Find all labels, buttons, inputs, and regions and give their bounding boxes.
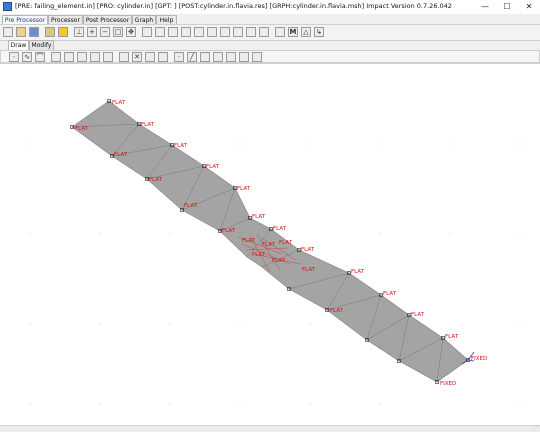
- bc-label: FLAT: [351, 269, 365, 275]
- polygon-icon[interactable]: [90, 52, 100, 62]
- axes-icon[interactable]: ↳: [314, 27, 324, 37]
- window-title: [PRE: failing_element.in] [PRO: cylinder…: [15, 2, 452, 10]
- bc-label: FLAT: [262, 242, 276, 248]
- tab-help[interactable]: Help: [156, 15, 177, 24]
- main-toolbar: ⊥ + − □ ✥ M △ ↳: [0, 24, 540, 41]
- polyline-icon[interactable]: ∿: [22, 52, 32, 62]
- bc-label: FLAT: [174, 143, 188, 149]
- bc-label: FLAT: [242, 238, 256, 244]
- bc-label: FLAT: [330, 308, 344, 314]
- minimize-button[interactable]: —: [476, 0, 494, 13]
- tab-draw[interactable]: Draw: [8, 40, 29, 50]
- bc-label: FLAT: [301, 247, 315, 253]
- view-bottom-icon[interactable]: [207, 27, 217, 37]
- run-icon[interactable]: [45, 27, 55, 37]
- bc-label: FLAT: [445, 334, 459, 340]
- node-icon[interactable]: [103, 52, 113, 62]
- cylinder-icon[interactable]: [64, 52, 74, 62]
- material-icon[interactable]: [158, 52, 168, 62]
- arc-icon[interactable]: ⌒: [35, 52, 45, 62]
- grid-icon[interactable]: [275, 27, 285, 37]
- bc-label: FLAT: [273, 226, 287, 232]
- app-icon: [3, 2, 12, 11]
- view-iso-icon[interactable]: [220, 27, 230, 37]
- beam-icon[interactable]: [200, 52, 210, 62]
- pan-icon[interactable]: ✥: [126, 27, 136, 37]
- model-viewport: FLAT FLAT FLAT FLAT FLAT FLAT FLAT FLAT …: [29, 99, 521, 405]
- bc-label-fixed: FIXED: [440, 381, 456, 387]
- bc-label: FLAT: [206, 164, 220, 170]
- title-bar: [PRE: failing_element.in] [PRO: cylinder…: [0, 0, 540, 15]
- bc-label: FLAT: [112, 100, 126, 106]
- view-left-icon[interactable]: [168, 27, 178, 37]
- point-icon[interactable]: ·: [9, 52, 19, 62]
- bc-label: FLAT: [252, 252, 266, 258]
- fit-icon[interactable]: ⊥: [74, 27, 84, 37]
- close-button[interactable]: ✕: [520, 0, 538, 13]
- bc-label: FLAT: [141, 122, 155, 128]
- resize-grip-icon[interactable]: ⋰: [533, 426, 538, 432]
- light-icon[interactable]: [58, 27, 68, 37]
- view-back-icon[interactable]: [155, 27, 165, 37]
- draw-tabs: Draw Modify: [0, 40, 540, 50]
- tab-graph[interactable]: Graph: [132, 15, 156, 24]
- bc-label: FLAT: [383, 291, 397, 297]
- zoom-window-icon[interactable]: □: [113, 27, 123, 37]
- solid-element-icon[interactable]: [239, 52, 249, 62]
- tab-pre-processor[interactable]: Pre Processor: [2, 15, 48, 24]
- tab-processor[interactable]: Processor: [48, 15, 83, 24]
- spring-icon[interactable]: [145, 52, 155, 62]
- main-tabs: Pre Processor Processor Post Processor G…: [0, 14, 540, 24]
- bc-label: FLAT: [252, 214, 266, 220]
- bc-label: FLAT: [114, 152, 128, 158]
- bc-label: FLAT: [184, 203, 198, 209]
- bc-label: FLAT: [272, 258, 286, 264]
- bc-label: FLAT: [237, 186, 251, 192]
- maximize-button[interactable]: ☐: [498, 0, 516, 13]
- rotate-icon[interactable]: [259, 27, 269, 37]
- surface-icon[interactable]: [51, 52, 61, 62]
- shaded-icon[interactable]: [246, 27, 256, 37]
- bc-label: FLAT: [302, 267, 316, 273]
- new-file-icon[interactable]: [3, 27, 13, 37]
- quad-element-icon[interactable]: [226, 52, 236, 62]
- bc-label: FLAT: [149, 177, 163, 183]
- load-icon[interactable]: [119, 52, 129, 62]
- constraint-icon[interactable]: ✕: [132, 52, 142, 62]
- model-canvas[interactable]: FLAT FLAT FLAT FLAT FLAT FLAT FLAT FLAT …: [0, 63, 540, 426]
- bc-label: FLAT: [411, 312, 425, 318]
- bc-label: FLAT: [279, 240, 293, 246]
- rod-icon[interactable]: ╱: [187, 52, 197, 62]
- bc-label: FLAT: [222, 228, 236, 234]
- quad-icon[interactable]: [77, 52, 87, 62]
- tab-post-processor[interactable]: Post Processor: [83, 15, 132, 24]
- view-right-icon[interactable]: [181, 27, 191, 37]
- view-front-icon[interactable]: [142, 27, 152, 37]
- view-top-icon[interactable]: [194, 27, 204, 37]
- save-icon[interactable]: [29, 27, 39, 37]
- tab-modify[interactable]: Modify: [29, 40, 54, 50]
- mesh-icon[interactable]: M: [288, 27, 298, 37]
- line-icon[interactable]: ·: [174, 52, 184, 62]
- bc-label: FLAT: [75, 126, 89, 132]
- wireframe-icon[interactable]: [233, 27, 243, 37]
- contact-icon[interactable]: [252, 52, 262, 62]
- triangle-element-icon[interactable]: [213, 52, 223, 62]
- triangle-icon[interactable]: △: [301, 27, 311, 37]
- open-folder-icon[interactable]: [16, 27, 26, 37]
- draw-toolbar: · ∿ ⌒ ✕ · ╱: [0, 50, 540, 63]
- zoom-in-icon[interactable]: +: [87, 27, 97, 37]
- zoom-out-icon[interactable]: −: [100, 27, 110, 37]
